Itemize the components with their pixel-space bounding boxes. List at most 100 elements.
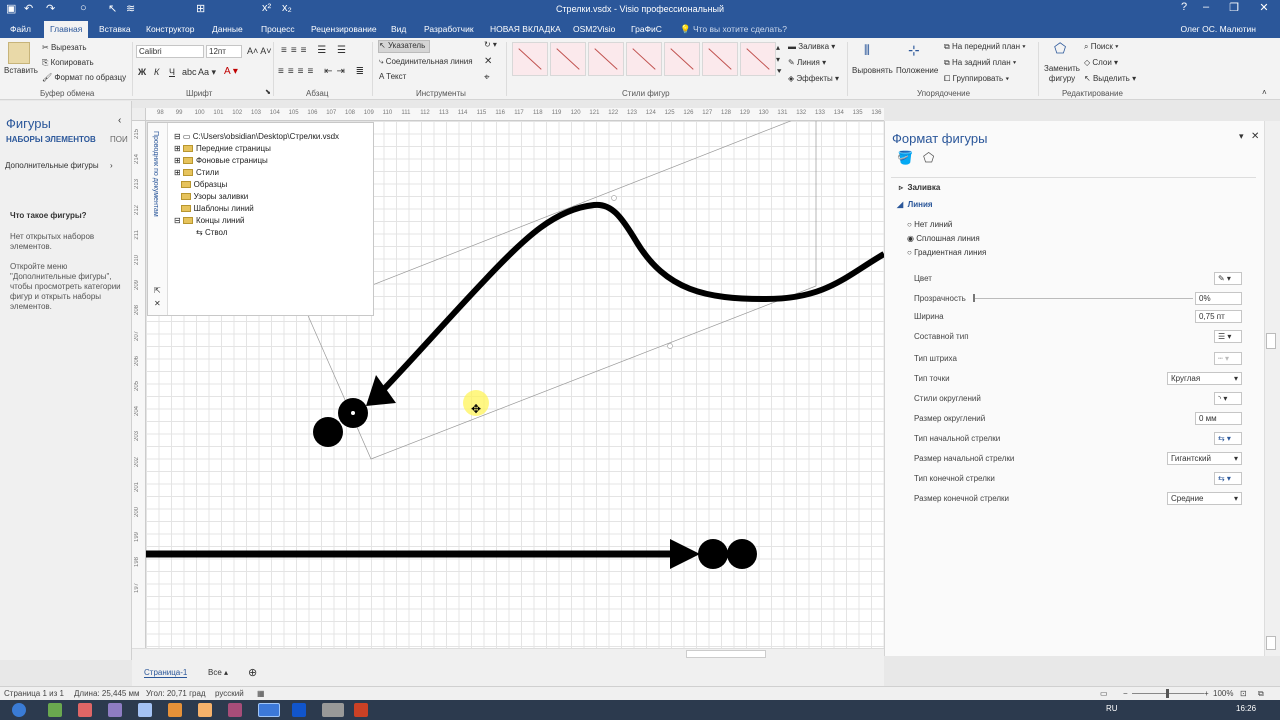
case-button[interactable]: Aa ▾ (198, 67, 216, 78)
line-end-dot[interactable] (727, 539, 757, 569)
align-icon[interactable]: ⫴ (864, 42, 870, 59)
taskbar-app-icon[interactable] (198, 703, 212, 717)
add-page-icon[interactable]: ⊕ (248, 666, 257, 679)
arrowhead-end[interactable] (670, 539, 700, 569)
horizontal-scrollbar[interactable] (132, 648, 884, 660)
paste-button[interactable]: Вставить (4, 66, 38, 75)
taskbar-app-icon[interactable] (168, 703, 182, 717)
tab-data[interactable]: Данные (212, 24, 243, 34)
effects-button[interactable]: ◈ Эффекты ▾ (788, 74, 839, 83)
tree-item[interactable]: Образцы (174, 180, 227, 189)
tell-me-box[interactable]: 💡 Что вы хотите сделать? (680, 24, 787, 35)
width-input[interactable]: 0,75 пт (1195, 310, 1242, 323)
scrollbar-thumb[interactable] (1266, 333, 1276, 349)
taskbar-app-icon[interactable] (322, 703, 344, 717)
transparency-slider[interactable] (973, 298, 1193, 299)
pane-menu-icon[interactable]: ▾ (1239, 131, 1244, 142)
user-name[interactable]: Олег ОС. Малютин (1180, 24, 1256, 34)
switch-windows-icon[interactable]: ⧉ (1258, 689, 1264, 699)
zoom-slider-thumb[interactable] (1166, 689, 1169, 698)
gradient-line-radio[interactable]: ○ Градиентная линия (907, 248, 986, 257)
copy-button[interactable]: ⎘ Копировать (42, 58, 94, 68)
font-size-select[interactable]: 12пт (206, 45, 242, 58)
halign-buttons[interactable]: ≡≡≡≡ ⇤⇥ ≣ (278, 66, 368, 77)
pointer-tool-button[interactable]: ↖ Указатель (378, 40, 430, 53)
select-button[interactable]: ↖ Выделить ▾ (1084, 74, 1136, 83)
close-tool-icon[interactable]: ✕ (484, 56, 492, 67)
font-name-select[interactable]: Calibri (136, 45, 204, 58)
round-style-picker[interactable]: ◝ ▾ (1214, 392, 1242, 405)
taskbar-app-icon[interactable] (108, 703, 122, 717)
shape-style-2[interactable] (550, 42, 586, 76)
shape-style-5[interactable] (664, 42, 700, 76)
change-shape-button[interactable]: Заменить фигуру (1042, 64, 1082, 84)
maximize-icon[interactable]: ❐ (1220, 1, 1248, 14)
zoom-in-icon[interactable]: + (1204, 689, 1209, 698)
horizontal-scrollbar-thumb[interactable] (686, 650, 766, 658)
scrollbar-thumb[interactable] (1266, 636, 1276, 650)
close-pane-icon[interactable]: ✕ (1251, 131, 1259, 142)
find-button[interactable]: ⌕ Поиск ▾ (1084, 42, 1118, 52)
collapse-ribbon-icon[interactable]: ˄ (1262, 88, 1267, 97)
taskbar-app-icon[interactable] (292, 703, 306, 717)
tab-design[interactable]: Конструктор (146, 24, 194, 34)
start-icon[interactable] (12, 703, 26, 717)
bold-button[interactable]: Ж (138, 67, 146, 77)
line-section-header[interactable]: ◢ Линия (897, 200, 933, 209)
align-button[interactable]: Выровнять (852, 66, 893, 75)
selection-handle[interactable] (611, 195, 617, 201)
more-shapes-menu[interactable]: Дополнительные фигуры › (5, 161, 113, 170)
tree-item[interactable]: ⊞ Фоновые страницы (174, 156, 268, 165)
font-grow-icon[interactable]: A˄ A˅ (247, 46, 272, 56)
font-dialog-launcher-icon[interactable]: ⬊ (265, 88, 271, 96)
vertical-scrollbar[interactable] (1264, 121, 1280, 656)
transparency-input[interactable]: 0% (1195, 292, 1242, 305)
tab-osm2visio[interactable]: OSM2Visio (573, 24, 615, 34)
zoom-out-icon[interactable]: − (1123, 689, 1128, 698)
page-info[interactable]: Страница 1 из 1 (4, 689, 64, 698)
pin-icon[interactable]: ⇱ (154, 286, 161, 295)
shape-style-1[interactable] (512, 42, 548, 76)
tree-item[interactable]: ⊞ Передние страницы (174, 144, 271, 153)
no-line-radio[interactable]: ○ Нет линий (907, 220, 952, 229)
cut-button[interactable]: ✂ Вырезать (42, 43, 87, 52)
fill-line-tab-icon[interactable]: 🪣 (897, 150, 913, 166)
tree-root[interactable]: ⊟ ▭ C:\Users\obsidian\Desktop\Стрелки.vs… (174, 132, 339, 141)
line-button[interactable]: ✎ Линия ▾ (788, 58, 826, 67)
close-explorer-icon[interactable]: ✕ (154, 299, 161, 308)
line-end-dot[interactable] (698, 539, 728, 569)
fill-section-header[interactable]: ▹ Заливка (899, 183, 940, 192)
dash-type-picker[interactable]: ┅ ▾ (1214, 352, 1242, 365)
page-tab[interactable]: Страница-1 (144, 668, 188, 678)
strikethrough-button[interactable]: abc (182, 67, 197, 77)
change-shape-icon[interactable]: ⬠ (1054, 40, 1066, 57)
position-button[interactable]: Положение (896, 66, 938, 75)
language-info[interactable]: русский (215, 689, 244, 698)
tab-insert[interactable]: Вставка (99, 24, 131, 34)
tab-file[interactable]: Файл (10, 24, 31, 34)
tab-home[interactable]: Главная (44, 21, 89, 38)
minimize-icon[interactable]: – (1192, 1, 1220, 13)
tree-item[interactable]: Узоры заливки (174, 192, 248, 201)
shape-style-3[interactable] (588, 42, 624, 76)
crop-tool-icon[interactable]: ⌖ (484, 72, 490, 83)
tree-item[interactable]: Шаблоны линий (174, 204, 254, 213)
compound-type-picker[interactable]: ☰ ▾ (1214, 330, 1242, 343)
tab-developer[interactable]: Разработчик (424, 24, 474, 34)
taskbar-app-icon[interactable] (228, 703, 242, 717)
curved-connector[interactable] (381, 201, 884, 392)
tab-review[interactable]: Рецензирование (311, 24, 377, 34)
zoom-level[interactable]: 100% (1213, 689, 1233, 698)
text-tool-button[interactable]: A Текст (379, 72, 406, 81)
transparency-slider-thumb[interactable] (973, 294, 975, 302)
italic-button[interactable]: К (154, 67, 159, 77)
connection-point-icon[interactable]: ↻ ▾ (484, 40, 497, 49)
valign-buttons[interactable]: ≡≡≡ ☰ ☰ (281, 45, 350, 56)
tree-child[interactable]: ⇆ Ствол (196, 228, 227, 237)
taskbar-app-icon[interactable] (138, 703, 152, 717)
taskbar-app-icon[interactable] (78, 703, 92, 717)
send-back-button[interactable]: ⧉ На задний план ▾ (944, 58, 1016, 68)
color-picker[interactable]: ✎ ▾ (1214, 272, 1242, 285)
macro-record-icon[interactable]: ▦ (257, 689, 265, 698)
begin-arrow-type-picker[interactable]: ⇆ ▾ (1214, 432, 1242, 445)
